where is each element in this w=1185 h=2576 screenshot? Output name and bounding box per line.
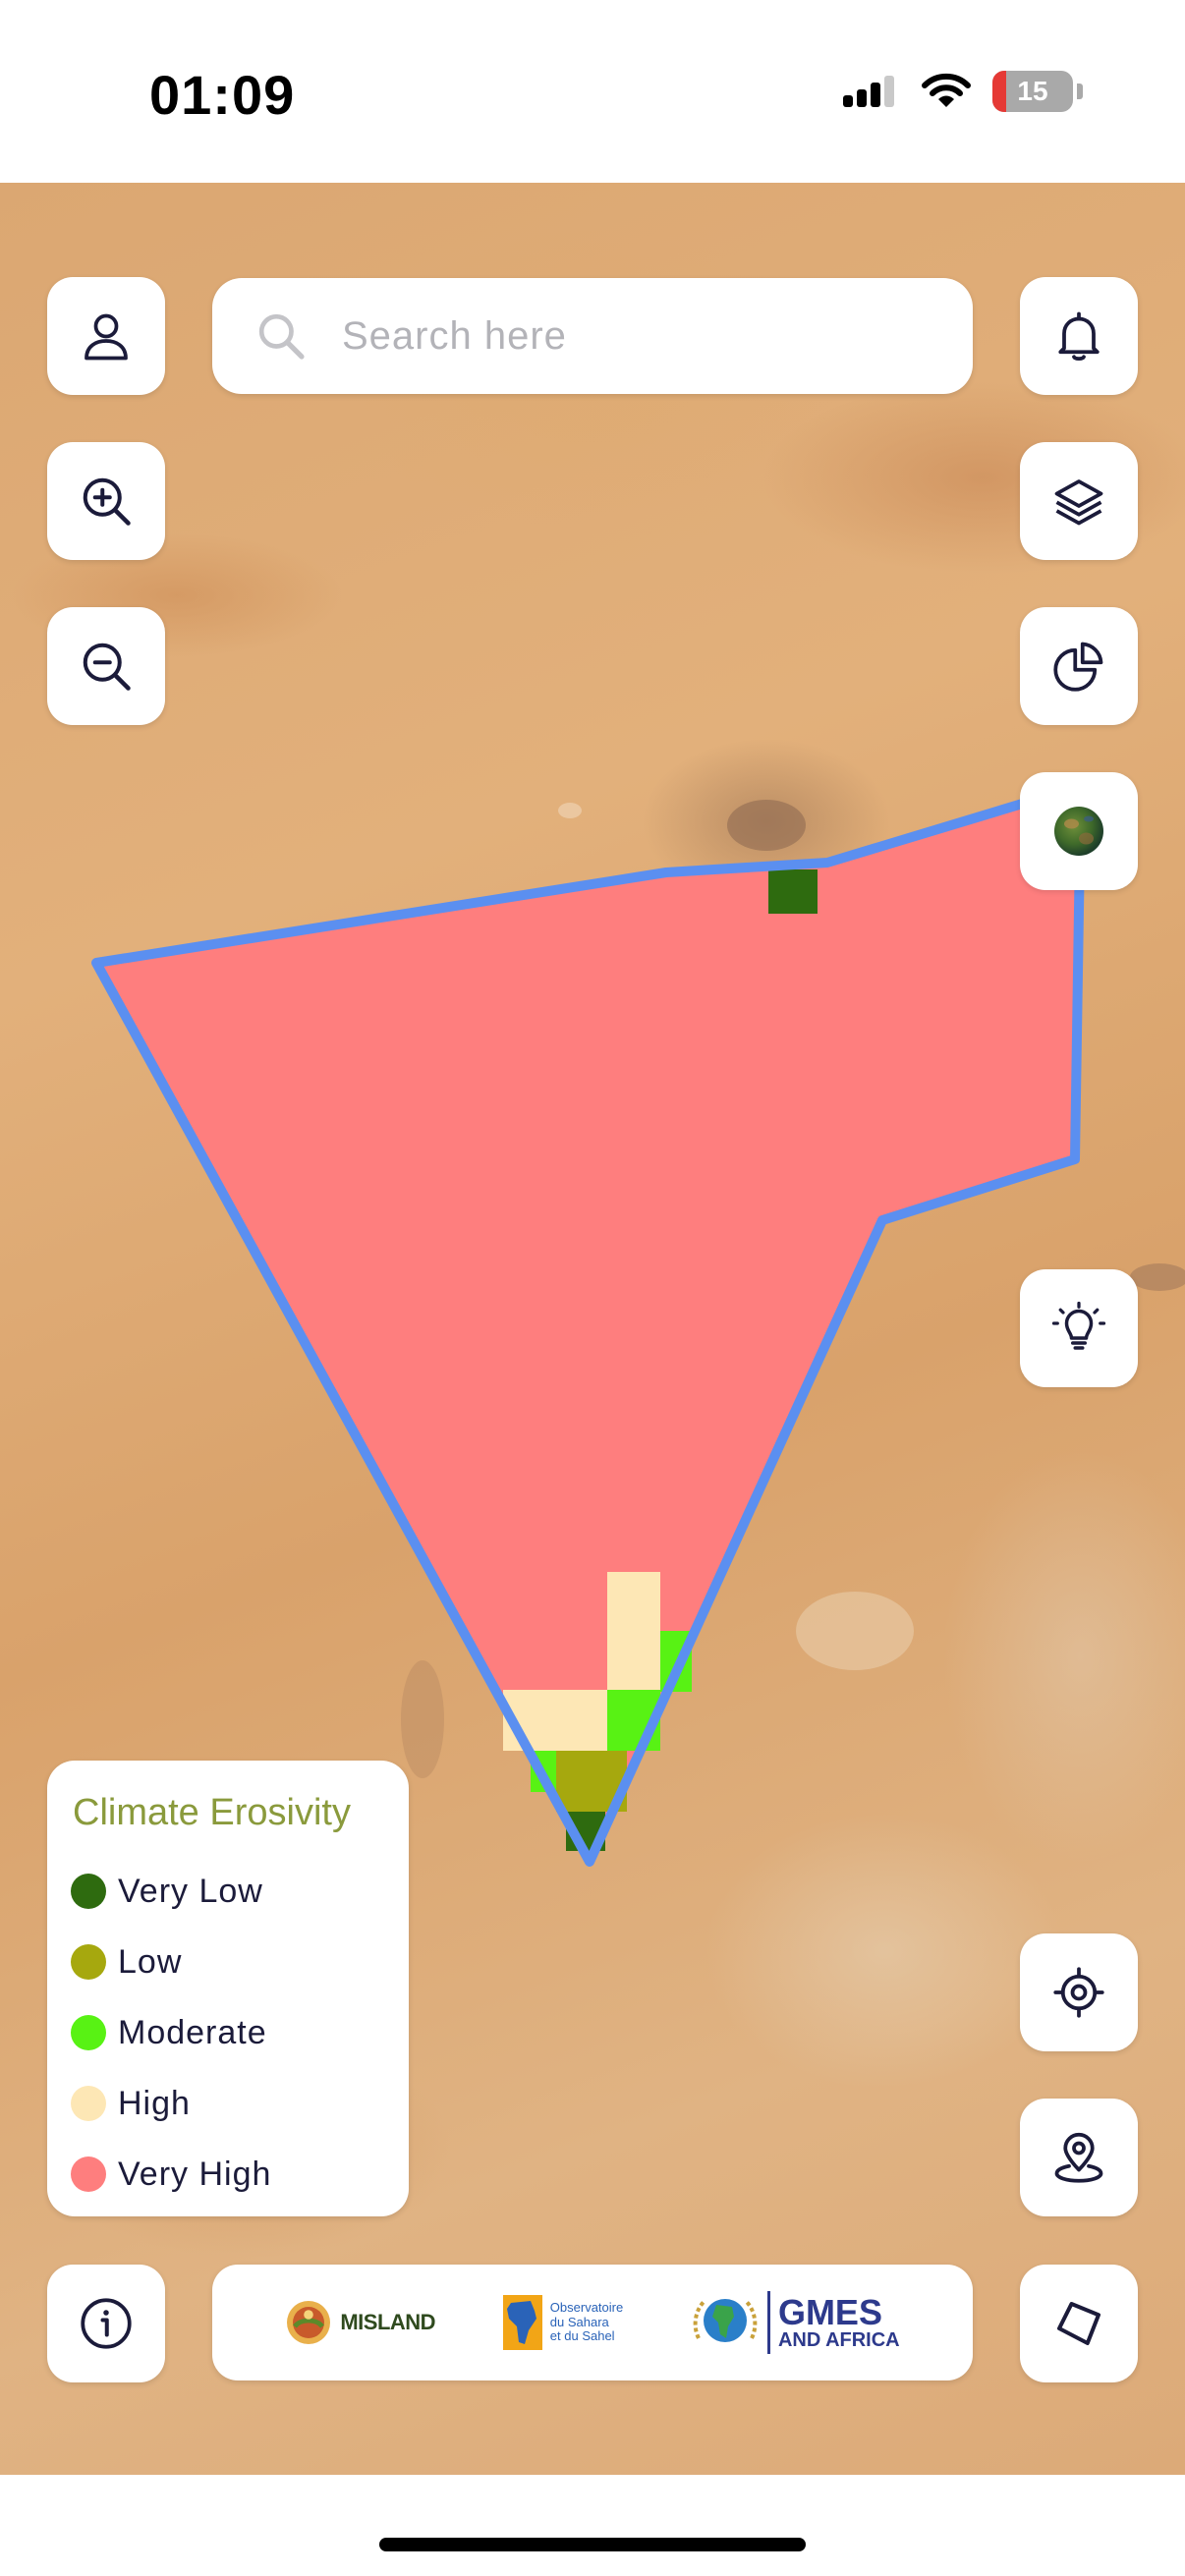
legend-label: Moderate (118, 2013, 267, 2051)
partner-logos-bar: MISLAND Observatoire du Sahara et du Sah… (212, 2265, 973, 2380)
search-icon (258, 313, 305, 360)
home-indicator[interactable] (379, 2538, 806, 2551)
map-pin-icon (1054, 2132, 1103, 2183)
misland-emblem-icon (287, 2301, 331, 2344)
legend-swatch (71, 1874, 106, 1909)
battery-tip (1077, 84, 1083, 99)
legend-title: Climate Erosivity (73, 1792, 351, 1833)
lightbulb-icon (1051, 1301, 1106, 1350)
zoom-out-icon (83, 643, 131, 691)
place-marker-button[interactable] (1020, 2099, 1138, 2216)
terrain-feature (796, 1592, 914, 1670)
erosivity-cell-very-low (768, 869, 818, 914)
locate-me-button[interactable] (1020, 1933, 1138, 2051)
layers-button[interactable] (1020, 442, 1138, 560)
legend-item-very-low: Very Low (71, 1856, 385, 1927)
notifications-button[interactable] (1020, 277, 1138, 395)
zoom-in-button[interactable] (47, 442, 165, 560)
statistics-button[interactable] (1020, 607, 1138, 725)
battery-icon: 15 (992, 71, 1073, 112)
wifi-icon (922, 73, 971, 107)
status-icons: 15 (841, 71, 1083, 112)
legend-label: Low (118, 1942, 183, 1981)
erosivity-cell-high (607, 1572, 660, 1690)
profile-button[interactable] (47, 277, 165, 395)
gmes-title: GMES (777, 2292, 882, 2332)
oss-text: Observatoire du Sahara et du Sahel (549, 2299, 624, 2345)
legend-item-very-high: Very High (71, 2139, 385, 2210)
oss-line: et du Sahel (549, 2328, 615, 2344)
home-indicator-area (0, 2475, 1185, 2576)
legend-label: Very High (118, 2155, 272, 2193)
basemap-button[interactable] (1020, 772, 1138, 890)
terrain-feature (401, 1660, 444, 1778)
terrain-feature (727, 800, 806, 851)
legend-swatch (71, 2015, 106, 2050)
legend-item-low: Low (71, 1927, 385, 1997)
oss-logo: Observatoire du Sahara et du Sahel (502, 2295, 624, 2350)
legend-item-high: High (71, 2068, 385, 2139)
gmes-africa-logo: GMES AND AFRICA (691, 2291, 900, 2354)
pie-chart-icon (1053, 642, 1103, 692)
info-button[interactable] (47, 2265, 165, 2382)
legend-item-moderate: Moderate (71, 1997, 385, 2068)
draw-polygon-button[interactable] (1020, 2265, 1138, 2382)
battery-level: 15 (1017, 76, 1048, 106)
search-bar[interactable] (212, 278, 973, 394)
legend-swatch (71, 1944, 106, 1980)
polygon-icon (1057, 2302, 1100, 2345)
misland-logo: MISLAND (285, 2299, 436, 2346)
terrain-feature (1130, 1263, 1185, 1291)
status-time: 01:09 (149, 64, 296, 126)
zoom-out-button[interactable] (47, 607, 165, 725)
terrain-feature (558, 803, 582, 818)
gmes-divider (766, 2291, 770, 2354)
legend-label: High (118, 2084, 191, 2122)
profile-icon (85, 313, 128, 361)
info-icon (81, 2298, 132, 2349)
status-bar: 01:09 15 (0, 0, 1185, 183)
africa-map-icon (502, 2295, 542, 2350)
insights-button[interactable] (1020, 1269, 1138, 1387)
cellular-signal-icon (843, 76, 894, 107)
globe-icon (1054, 807, 1103, 856)
misland-text: MISLAND (340, 2310, 436, 2334)
search-input[interactable] (342, 313, 931, 359)
gmes-text: GMES AND AFRICA (777, 2292, 900, 2351)
locate-icon (1053, 1967, 1104, 2018)
legend-swatch (71, 2086, 106, 2121)
oss-line: Observatoire (549, 2299, 624, 2315)
gmes-globe-icon (693, 2299, 758, 2342)
legend-swatch (71, 2156, 106, 2192)
map-legend: Climate Erosivity Very Low Low Moderate … (47, 1761, 409, 2216)
legend-label: Very Low (118, 1872, 263, 1910)
gmes-subtitle: AND AFRICA (777, 2329, 900, 2351)
bell-icon (1058, 311, 1100, 361)
oss-line: du Sahara (549, 2314, 609, 2329)
zoom-in-icon (83, 477, 131, 526)
layers-icon (1054, 479, 1103, 526)
